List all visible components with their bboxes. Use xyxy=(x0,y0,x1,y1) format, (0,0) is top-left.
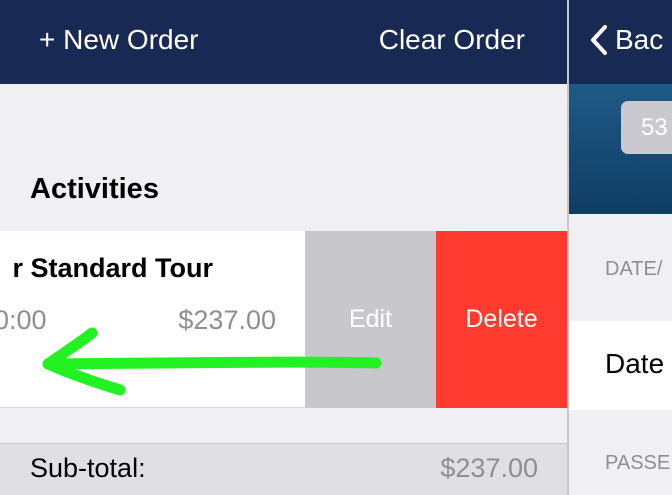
chevron-left-icon xyxy=(591,25,607,55)
activity-price: $237.00 xyxy=(178,305,276,335)
date-cell-label: Date xyxy=(605,348,665,379)
subtotal-value: $237.00 xyxy=(440,453,538,483)
passengers-section-label: PASSE xyxy=(605,452,671,474)
edit-button[interactable]: Edit xyxy=(305,231,436,408)
delete-button[interactable]: Delete xyxy=(436,231,567,408)
count-badge: 53 xyxy=(621,101,672,154)
activity-row-content[interactable]: r Standard Tour 0:00 $237.00 xyxy=(0,231,305,408)
activity-title: r Standard Tour xyxy=(12,253,213,283)
order-toolbar: + New Order Clear Order xyxy=(0,0,567,84)
back-button-label: Bac xyxy=(615,24,664,55)
date-section-label: DATE/ xyxy=(605,258,663,280)
clear-order-button[interactable]: Clear Order xyxy=(379,22,525,58)
back-button[interactable]: Bac xyxy=(589,22,663,58)
activity-time: 0:00 xyxy=(0,305,47,335)
subtotal-label: Sub-total: xyxy=(30,453,146,483)
detail-pane: Bac 53 DATE/ Date PASSE xyxy=(569,0,672,495)
new-order-button[interactable]: + New Order xyxy=(39,22,199,58)
activity-row[interactable]: r Standard Tour 0:00 $237.00 Edit Delete xyxy=(0,231,567,408)
subtotal-bar: Sub-total: $237.00 xyxy=(0,443,567,495)
detail-navbar: Bac xyxy=(569,0,672,84)
activities-section-header: Activities xyxy=(30,173,159,205)
order-pane: + New Order Clear Order Activities r Sta… xyxy=(0,0,567,495)
